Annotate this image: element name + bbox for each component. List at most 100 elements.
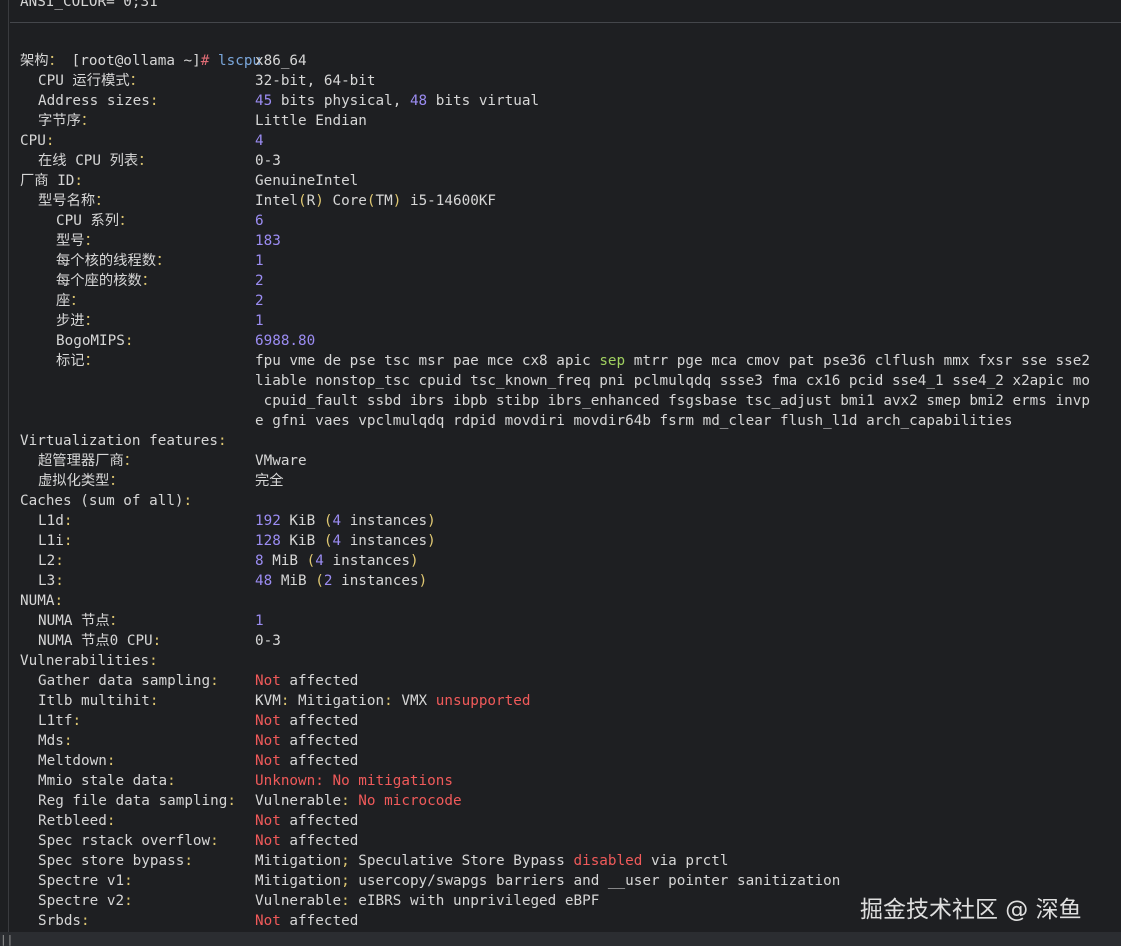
field-colon: : xyxy=(74,173,84,189)
value-segment: liable nonstop_tsc cpuid tsc_known_freq … xyxy=(255,373,1090,389)
field-colon: ： xyxy=(129,73,144,89)
field-colon: : xyxy=(152,633,162,649)
field-value: 完全 xyxy=(255,471,284,491)
value-segment: MiB xyxy=(272,573,316,589)
field-value: 2 xyxy=(255,271,264,291)
output-line: CPU 运行模式： 32-bit, 64-bit xyxy=(20,71,1121,91)
output-line: 每个核的线程数： 1 xyxy=(20,251,1121,271)
field-label-text: 架构 xyxy=(20,53,49,69)
field-colon: : xyxy=(210,673,219,689)
field-colon: ： xyxy=(84,313,99,329)
field-label: 架构： xyxy=(20,51,63,71)
field-colon: : xyxy=(81,913,90,929)
field-label: 虚拟化类型： xyxy=(38,471,124,491)
field-label-text: 厂商 ID xyxy=(20,173,75,189)
value-segment: : xyxy=(341,793,350,809)
field-colon: : xyxy=(45,133,55,149)
field-label: 字节序： xyxy=(38,111,95,131)
field-label-text: NUMA 节点 xyxy=(38,613,110,629)
field-colon: ： xyxy=(48,53,63,69)
value-segment: VMware xyxy=(255,453,307,469)
field-label-text: Mds xyxy=(38,733,64,749)
output-line: Itlb multihit: KVM: Mitigation: VMX unsup… xyxy=(20,691,1121,711)
value-segment: Unknown: No mitigations xyxy=(255,773,453,789)
field-label: NUMA 节点： xyxy=(38,611,124,631)
field-label-text: Itlb multihit xyxy=(38,693,150,709)
field-colon: : xyxy=(210,833,219,849)
value-segment: instances xyxy=(341,513,428,529)
field-label: Mmio stale data: xyxy=(38,771,176,791)
value-segment: ) xyxy=(427,533,436,549)
output-line: NUMA 节点： 1 xyxy=(20,611,1121,631)
field-label: 每个核的线程数： xyxy=(56,251,170,271)
field-colon: ： xyxy=(84,233,99,249)
value-segment: Not xyxy=(255,733,281,749)
field-label-text: CPU 运行模式 xyxy=(38,73,130,89)
value-segment: affected xyxy=(280,733,359,749)
field-colon: : xyxy=(124,893,133,909)
terminal-window[interactable]: ANSI_COLOR="0;31" [root@ollama ~]# lscpu… xyxy=(0,0,1121,946)
field-value: 6988.80 xyxy=(255,331,315,351)
value-segment: bits physical, xyxy=(272,93,410,109)
value-segment: Not xyxy=(255,753,281,769)
field-value: 2 xyxy=(255,291,264,311)
value-segment: Mitigation xyxy=(255,873,342,889)
field-colon: : xyxy=(167,773,176,789)
value-segment: unsupported xyxy=(435,693,531,709)
field-label: Itlb multihit: xyxy=(38,691,159,711)
field-label-text: 型号 xyxy=(56,233,85,249)
field-value: VMware xyxy=(255,451,307,471)
field-label: Caches (sum of all): xyxy=(20,491,192,511)
field-label-text: Mmio stale data xyxy=(38,773,168,789)
output-line: L1i: 128 KiB (4 instances) xyxy=(20,531,1121,551)
output-line: 座： 2 xyxy=(20,291,1121,311)
output-line: Spectre v1: Mitigation; usercopy/swapgs b… xyxy=(20,871,1121,891)
field-label-text: L1d xyxy=(38,513,64,529)
value-segment: Not xyxy=(255,913,281,929)
field-label-text: Spec rstack overflow xyxy=(38,833,211,849)
field-label-text: NUMA 节点0 CPU xyxy=(38,633,153,649)
field-label-text: Meltdown xyxy=(38,753,107,769)
field-colon: : xyxy=(217,433,227,449)
field-colon: : xyxy=(72,713,82,729)
field-value: Vulnerable: eIBRS with unprivileged eBPF xyxy=(255,891,599,911)
field-colon: : xyxy=(63,513,73,529)
field-label: 座： xyxy=(56,291,85,311)
field-label: Vulnerabilities: xyxy=(20,651,158,671)
field-label: L1i: xyxy=(38,531,72,551)
value-segment: 183 xyxy=(255,233,281,249)
output-line: 在线 CPU 列表： 0-3 xyxy=(20,151,1121,171)
value-segment: cpuid_fault ssbd ibrs ibpb stibp ibrs_en… xyxy=(255,393,1090,409)
field-label-text: 虚拟化类型 xyxy=(38,473,110,489)
field-label-text: 字节序 xyxy=(38,113,81,129)
field-label: Spec rstack overflow: xyxy=(38,831,219,851)
output-line: CPU: 4 xyxy=(20,131,1121,151)
field-label: Mds: xyxy=(38,731,72,751)
output-line: Caches (sum of all): xyxy=(20,491,1121,511)
value-segment: via prctl xyxy=(642,853,729,869)
field-value: Not affected xyxy=(255,711,358,731)
output-line: L1tf: Not affected xyxy=(20,711,1121,731)
output-line: 每个座的核数： 2 xyxy=(20,271,1121,291)
field-value: cpuid_fault ssbd ibrs ibpb stibp ibrs_en… xyxy=(255,391,1090,411)
value-segment: instances xyxy=(323,553,410,569)
value-segment: KVM xyxy=(255,693,281,709)
value-segment: : xyxy=(384,693,393,709)
field-value: 192 KiB (4 instances) xyxy=(255,511,436,531)
field-colon: : xyxy=(106,753,116,769)
field-label-text: BogoMIPS xyxy=(56,333,125,349)
value-segment: Mitigation xyxy=(255,853,342,869)
field-value: 8 MiB (4 instances) xyxy=(255,551,419,571)
value-segment: VMX xyxy=(392,693,436,709)
field-value: Vulnerable: No microcode xyxy=(255,791,462,811)
field-label: CPU 系列： xyxy=(56,211,133,231)
field-colon: : xyxy=(149,693,159,709)
output-line: Vulnerabilities: xyxy=(20,651,1121,671)
field-value: Mitigation; usercopy/swapgs barriers and… xyxy=(255,871,840,891)
value-segment: Not xyxy=(255,713,281,729)
field-value: Mitigation; Speculative Store Bypass dis… xyxy=(255,851,728,871)
field-label-text: Reg file data sampling xyxy=(38,793,228,809)
field-label: 每个座的核数： xyxy=(56,271,156,291)
scroll-marker: || xyxy=(0,933,14,946)
field-colon: ： xyxy=(119,213,134,229)
